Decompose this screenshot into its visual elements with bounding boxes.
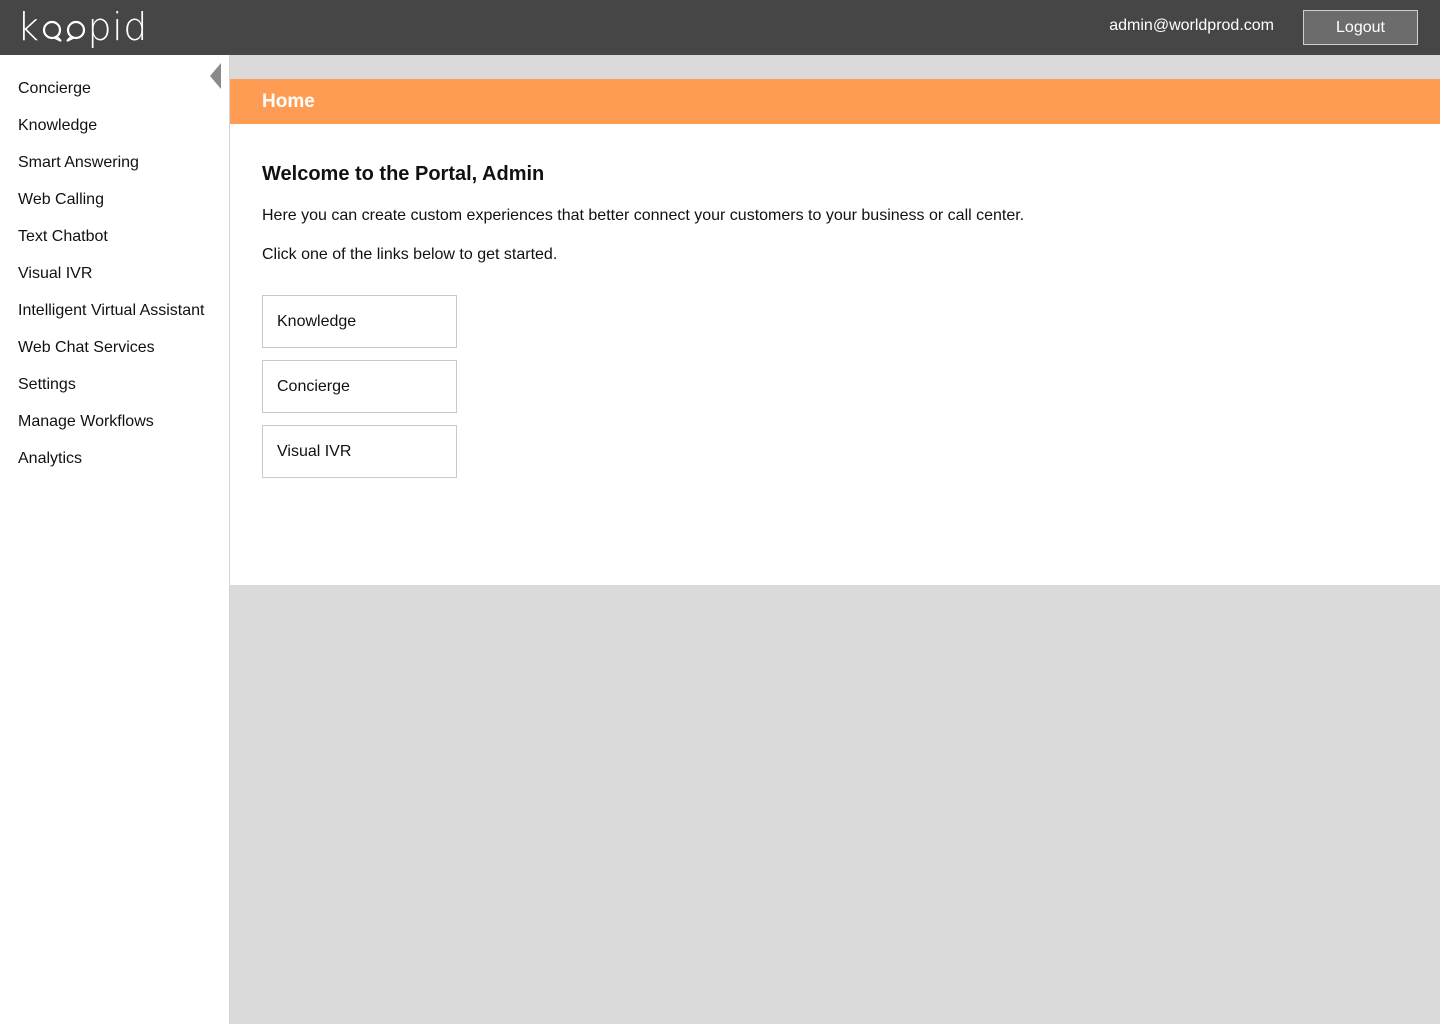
speech-bubble-icon [65,16,87,42]
instruction-text: Click one of the links below to get star… [262,246,558,263]
sidebar-item-manage-workflows[interactable]: Manage Workflows [18,412,204,449]
intro-text: Here you can create custom experiences t… [262,207,1025,224]
speech-bubble-icon [41,16,63,42]
logout-button[interactable]: Logout [1303,10,1418,45]
sidebar: Concierge Knowledge Smart Answering Web … [0,55,230,1024]
sidebar-menu: Concierge Knowledge Smart Answering Web … [18,79,204,486]
sidebar-item-analytics[interactable]: Analytics [18,449,204,486]
quick-link-concierge[interactable]: Concierge [262,360,457,413]
sidebar-item-smart-answering[interactable]: Smart Answering [18,153,204,190]
sidebar-item-text-chatbot[interactable]: Text Chatbot [18,227,204,264]
caret-left-icon[interactable] [210,63,222,89]
quick-link-label: Knowledge [277,312,357,330]
page-header: Home [230,79,1440,124]
sidebar-item-intelligent-virtual-assistant[interactable]: Intelligent Virtual Assistant [18,301,204,338]
quick-link-label: Concierge [277,377,350,395]
logo-text-start: k [17,5,40,49]
sidebar-item-visual-ivr[interactable]: Visual IVR [18,264,204,301]
sidebar-item-web-chat-services[interactable]: Web Chat Services [18,338,204,375]
sidebar-item-web-calling[interactable]: Web Calling [18,190,204,227]
welcome-heading: Welcome to the Portal, Admin [262,163,545,185]
quick-link-visual-ivr[interactable]: Visual IVR [262,425,457,478]
kaapid-logo[interactable]: k pid [17,4,148,50]
top-bar: k pid admin@worldprod.com Logout [0,0,1440,55]
sidebar-item-settings[interactable]: Settings [18,375,204,412]
quick-link-label: Visual IVR [277,442,352,460]
sidebar-item-knowledge[interactable]: Knowledge [18,116,204,153]
user-email: admin@worldprod.com [1109,17,1274,34]
logo-text-end: pid [87,5,148,49]
quick-link-knowledge[interactable]: Knowledge [262,295,457,348]
sidebar-item-concierge[interactable]: Concierge [18,79,204,116]
page-title: Home [262,90,315,112]
home-panel: Welcome to the Portal, Admin Here you ca… [230,124,1440,585]
